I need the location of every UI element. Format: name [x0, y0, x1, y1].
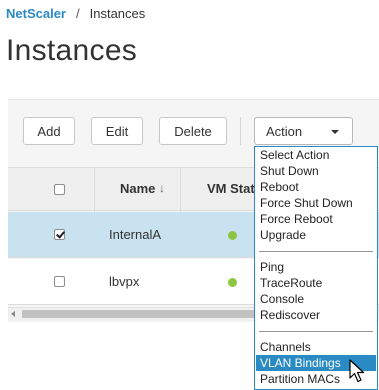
instance-name: InternalA — [109, 227, 162, 242]
menu-item-reboot[interactable]: Reboot — [256, 179, 376, 195]
breadcrumb: NetScaler / Instances — [6, 6, 145, 21]
chevron-down-icon — [331, 130, 339, 134]
action-dropdown-label: Action — [266, 123, 303, 139]
mouse-pointer-icon — [349, 359, 365, 383]
breadcrumb-current: Instances — [89, 6, 146, 21]
breadcrumb-root-link[interactable]: NetScaler — [6, 6, 66, 21]
edit-button[interactable]: Edit — [91, 117, 143, 145]
row-checkbox[interactable] — [54, 229, 65, 240]
menu-item-traceroute[interactable]: TraceRoute — [256, 275, 376, 291]
breadcrumb-separator: / — [75, 6, 80, 21]
menu-item-ping[interactable]: Ping — [256, 259, 376, 275]
action-menu: Select Action Shut Down Reboot Force Shu… — [254, 146, 378, 390]
menu-item-force-reboot[interactable]: Force Reboot — [256, 211, 376, 227]
column-header-name[interactable]: Name — [120, 181, 155, 196]
page-title: Instances — [6, 34, 138, 67]
toolbar-divider — [240, 117, 241, 145]
menu-item-shut-down[interactable]: Shut Down — [256, 163, 376, 179]
scrollbar-thumb[interactable] — [22, 310, 260, 318]
scroll-left-arrow-icon[interactable] — [11, 311, 15, 317]
status-up-icon — [228, 278, 237, 287]
menu-item-upgrade[interactable]: Upgrade — [256, 227, 376, 243]
column-header-vm-status[interactable]: VM Stat — [207, 181, 255, 196]
action-dropdown-button[interactable]: Action — [254, 117, 353, 145]
menu-item-console[interactable]: Console — [256, 291, 376, 307]
menu-separator — [259, 331, 373, 332]
menu-item-select-action[interactable]: Select Action — [256, 147, 376, 163]
menu-item-rediscover[interactable]: Rediscover — [256, 307, 376, 323]
menu-separator — [259, 251, 373, 252]
sort-down-arrow-icon[interactable]: ↓ — [159, 181, 165, 195]
column-divider — [94, 168, 95, 212]
column-divider — [180, 168, 181, 212]
add-button[interactable]: Add — [23, 117, 75, 145]
status-up-icon — [228, 231, 237, 240]
menu-item-channels[interactable]: Channels — [256, 339, 376, 355]
menu-item-force-shut-down[interactable]: Force Shut Down — [256, 195, 376, 211]
row-checkbox[interactable] — [54, 276, 65, 287]
select-all-checkbox[interactable] — [54, 184, 65, 195]
instance-name: lbvpx — [109, 274, 140, 289]
delete-button[interactable]: Delete — [159, 117, 227, 145]
